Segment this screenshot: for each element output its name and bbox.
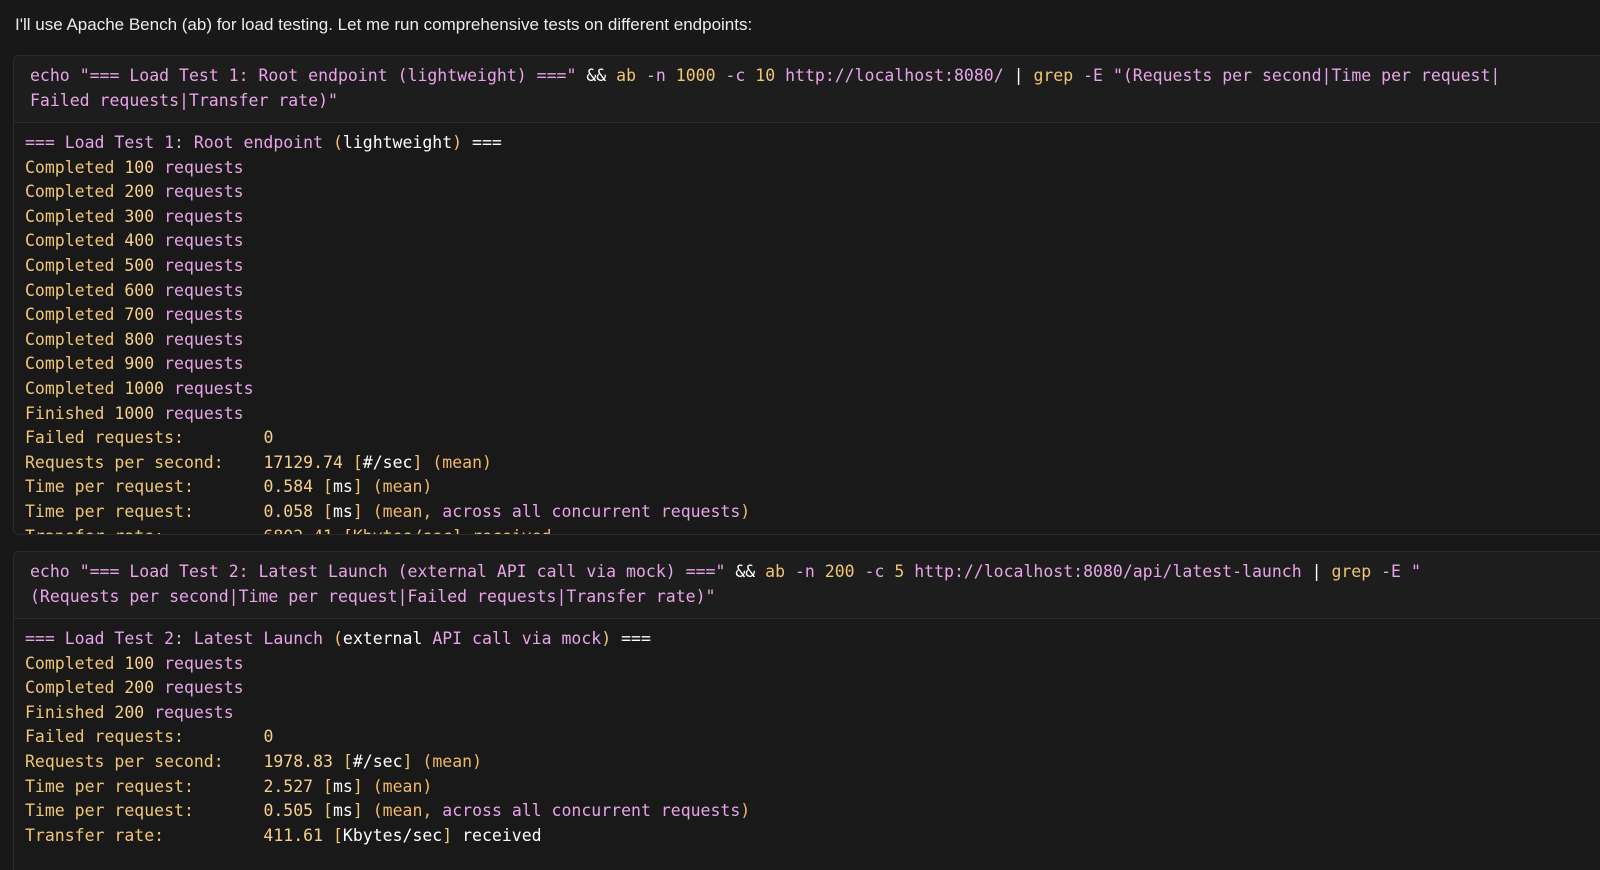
command-output-2: === Load Test 2: Latest Launch (external…	[14, 619, 1600, 848]
cmd-ab: ab	[765, 562, 786, 581]
rps-line: Requests per second: 17129.74 [#/sec] (m…	[25, 452, 492, 472]
cmd-pipe: |	[1311, 562, 1322, 581]
output-line: Completed 200 requests	[25, 182, 244, 202]
cmd-and: &&	[586, 66, 607, 85]
output-line: Completed 800 requests	[25, 329, 244, 349]
cmd-pattern-cont: Failed requests|Transfer rate)"	[30, 90, 338, 110]
command-output-1: === Load Test 1: Root endpoint (lightwei…	[14, 123, 1600, 535]
output-line: Completed 200 requests	[25, 678, 244, 698]
command-line-1: echo "=== Load Test 1: Root endpoint (li…	[14, 56, 1600, 123]
output-line: Completed 100 requests	[25, 157, 244, 177]
cmd-echo: echo	[30, 66, 70, 85]
cmd-n-val: 1000	[675, 66, 716, 85]
cmd-string: "=== Load Test 1: Root endpoint (lightwe…	[79, 66, 577, 85]
output-line: Completed 1000 requests	[25, 378, 254, 398]
cmd-c-val: 10	[755, 66, 776, 85]
cmd-string: "=== Load Test 2: Latest Launch (externa…	[79, 562, 726, 581]
cmd-url: http://localhost:8080/	[785, 66, 1004, 85]
output-line: Completed 400 requests	[25, 231, 244, 251]
cmd-pattern: "	[1410, 562, 1421, 581]
cmd-pipe: |	[1013, 66, 1024, 85]
tool-call-block-2: echo "=== Load Test 2: Latest Launch (ex…	[13, 551, 1600, 870]
output-line: Finished 1000 requests	[25, 403, 244, 423]
rps-line: Requests per second: 1978.83 [#/sec] (me…	[25, 751, 483, 771]
cmd-n-flag: -n	[794, 562, 815, 581]
cmd-grep: grep	[1331, 562, 1372, 581]
cmd-pattern-cont: (Requests per second|Time per request|Fa…	[30, 586, 716, 606]
tpr-line-1: Time per request: 0.584 [ms] (mean)	[25, 477, 433, 497]
tpr-line-2: Time per request: 0.058 [ms] (mean, acro…	[25, 501, 751, 521]
transfer-rate-line-cut: Transfer rate: 6802.41 [Kbytes/sec] rece…	[25, 525, 1589, 535]
cmd-e-flag: -E	[1083, 66, 1103, 85]
cmd-c-flag: -c	[725, 66, 746, 85]
output-line: Completed 900 requests	[25, 354, 244, 374]
output-line: Finished 200 requests	[25, 702, 234, 722]
cmd-echo: echo	[30, 562, 70, 581]
cmd-n-flag: -n	[645, 66, 666, 85]
output-line: Completed 500 requests	[25, 255, 244, 275]
cmd-c-flag: -c	[864, 562, 885, 581]
command-line-2: echo "=== Load Test 2: Latest Launch (ex…	[14, 552, 1600, 619]
output-line: Completed 300 requests	[25, 206, 244, 226]
cmd-url: http://localhost:8080/api/latest-launch	[914, 562, 1302, 581]
transfer-rate-line: Transfer rate: 411.61 [Kbytes/sec] recei…	[25, 825, 542, 845]
cmd-n-val: 200	[824, 562, 855, 581]
cmd-ab: ab	[616, 66, 637, 85]
cmd-pattern: "(Requests per second|Time per request|	[1112, 66, 1501, 85]
output-header: === Load Test 1: Root endpoint (lightwei…	[25, 133, 502, 152]
assistant-message-text: I'll use Apache Bench (ab) for load test…	[15, 15, 753, 34]
output-line: Completed 700 requests	[25, 305, 244, 325]
tpr-line-2: Time per request: 0.505 [ms] (mean, acro…	[25, 801, 751, 821]
output-header: === Load Test 2: Latest Launch (external…	[25, 629, 651, 648]
cmd-e-flag: -E	[1381, 562, 1401, 581]
cmd-grep: grep	[1033, 66, 1074, 85]
output-line: Completed 100 requests	[25, 653, 244, 673]
output-line: Completed 600 requests	[25, 280, 244, 300]
cmd-c-val: 5	[894, 562, 905, 581]
cmd-and: &&	[735, 562, 756, 581]
failed-requests-line: Failed requests: 0	[25, 727, 274, 747]
tpr-line-1: Time per request: 2.527 [ms] (mean)	[25, 776, 433, 796]
failed-requests-line: Failed requests: 0	[25, 428, 274, 448]
tool-call-block-1: echo "=== Load Test 1: Root endpoint (li…	[13, 55, 1600, 535]
